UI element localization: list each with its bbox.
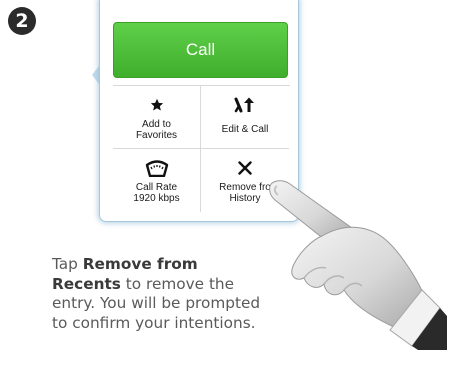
add-to-favorites-button[interactable]: Add to Favorites	[113, 86, 201, 149]
close-x-icon	[238, 157, 252, 179]
star-icon	[150, 94, 164, 116]
remove-label-line2: History	[229, 193, 261, 204]
call-rate-value: 1920 kbps	[133, 193, 180, 204]
edit-and-call-icon	[234, 94, 256, 116]
instruction-prefix: Tap	[52, 255, 83, 273]
step-number-badge: 2	[8, 7, 36, 35]
pointing-hand-illustration	[262, 178, 447, 355]
call-button[interactable]: Call	[113, 22, 288, 78]
call-rate-label: Call Rate	[135, 182, 178, 193]
instruction-text: Tap Remove from Recents to remove the en…	[52, 255, 267, 333]
edit-and-call-label: Edit & Call	[221, 124, 269, 135]
call-rate-gauge-icon	[145, 157, 169, 179]
add-to-favorites-label-line1: Add to	[142, 119, 171, 130]
call-rate-button[interactable]: Call Rate 1920 kbps	[113, 149, 201, 212]
edit-and-call-button[interactable]: Edit & Call	[201, 86, 289, 149]
add-to-favorites-label-line2: Favorites	[135, 130, 178, 141]
